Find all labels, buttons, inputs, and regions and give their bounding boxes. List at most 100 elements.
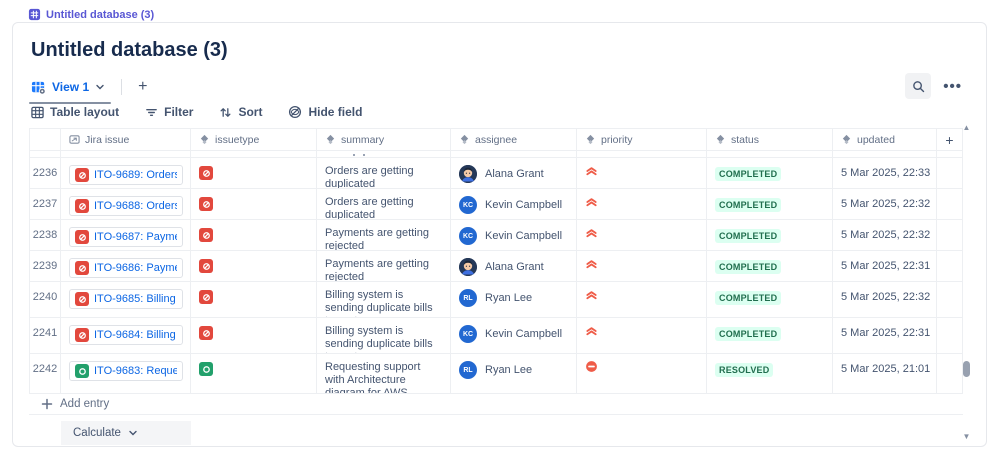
status-cell[interactable]: COMPLETED (707, 189, 833, 220)
status-cell[interactable]: COMPLETED (707, 220, 833, 251)
add-view-button[interactable]: + (132, 78, 153, 96)
jira-issue-link[interactable]: ITO-9689: Orders are gett... (69, 165, 183, 185)
assignee-name: Kevin Campbell (485, 230, 563, 242)
status-cell[interactable]: COMPLETED (707, 318, 833, 354)
header-jira-issue[interactable]: Jira issue (61, 128, 191, 151)
summary-cell[interactable]: Orders are getting duplicated (317, 158, 451, 189)
incident-issuetype-icon (75, 230, 89, 244)
sort-icon (219, 106, 232, 119)
status-badge: COMPLETED (715, 167, 782, 181)
status-badge: COMPLETED (715, 291, 782, 305)
incident-issuetype-icon (75, 292, 89, 306)
assignee-cell[interactable]: KC Kevin Campbell (451, 220, 577, 251)
sort-label: Sort (238, 105, 263, 119)
updated-cell[interactable]: 5 Mar 2025, 22:32 (833, 282, 937, 318)
avatar: RL (459, 361, 477, 379)
jira-issue-cell: ITO-9684: Billing system i... (61, 318, 191, 354)
summary-cell[interactable]: Billing system is sending duplicate bill… (317, 318, 451, 354)
priority-cell[interactable] (577, 189, 707, 220)
incident-issuetype-icon (199, 259, 213, 273)
avatar: RL (459, 289, 477, 307)
issuetype-cell[interactable] (191, 354, 317, 394)
status-cell[interactable]: COMPLETED (707, 282, 833, 318)
updated-cell[interactable]: 5 Mar 2025, 21:01 (833, 354, 937, 394)
scroll-up-arrow[interactable]: ▲ (962, 123, 971, 132)
search-button[interactable] (905, 73, 932, 99)
assignee-cell[interactable]: Alana Grant (451, 158, 577, 189)
issuetype-cell[interactable] (191, 158, 317, 189)
jira-issue-link[interactable]: ITO-9683: Requesting su... (69, 361, 183, 381)
hide-field-button[interactable]: Hide field (288, 105, 362, 119)
table-layout-button[interactable]: Table layout (31, 105, 119, 119)
jira-issue-link[interactable]: ITO-9687: Payments are ... (69, 227, 183, 247)
jira-field-icon (459, 134, 470, 145)
assignee-cell[interactable]: RL Ryan Lee (451, 282, 577, 318)
header-summary[interactable]: summary (317, 128, 451, 151)
issuetype-cell[interactable] (191, 282, 317, 318)
tab-view-1[interactable]: View 1 (29, 75, 112, 104)
summary-cell[interactable]: Billing system is sending duplicate bill… (317, 282, 451, 318)
jira-issue-cell: ITO-9689: Orders are gett... (61, 158, 191, 189)
calculate-button[interactable]: Calculate (61, 421, 191, 445)
table-row: 2236 ITO-9689: Orders are gett... Orders… (29, 158, 963, 189)
status-cell[interactable]: COMPLETED (707, 158, 833, 189)
status-badge: COMPLETED (715, 229, 782, 243)
jira-issue-link[interactable]: ITO-9685: Billing system i... (69, 289, 183, 309)
priority-cell[interactable] (577, 282, 707, 318)
priority-cell[interactable] (577, 251, 707, 282)
priority-cell[interactable] (577, 318, 707, 354)
more-menu-button[interactable]: ••• (941, 76, 964, 97)
add-column-button[interactable]: + (937, 128, 963, 151)
filter-icon (145, 106, 158, 119)
header-issuetype[interactable]: issuetype (191, 128, 317, 151)
issuetype-cell[interactable] (191, 318, 317, 354)
priority-cell[interactable] (577, 158, 707, 189)
breadcrumb[interactable]: Untitled database (3) (28, 8, 154, 21)
issuetype-cell[interactable] (191, 189, 317, 220)
updated-cell[interactable]: 5 Mar 2025, 22:31 (833, 318, 937, 354)
scrollbar-thumb[interactable] (963, 361, 970, 377)
sort-button[interactable]: Sort (219, 105, 262, 119)
add-entry-button[interactable]: Add entry (29, 394, 963, 415)
header-priority[interactable]: priority (577, 128, 707, 151)
assignee-cell[interactable]: KC Kevin Campbell (451, 318, 577, 354)
updated-cell[interactable]: 5 Mar 2025, 22:32 (833, 189, 937, 220)
summary-cell[interactable]: Payments are getting rejected (317, 251, 451, 282)
empty-cell (937, 251, 963, 282)
incident-issuetype-icon (75, 168, 89, 182)
assignee-name: Kevin Campbell (485, 199, 563, 211)
jira-issue-cell: ITO-9683: Requesting su... (61, 354, 191, 394)
table-scrollbar[interactable]: ▲ ▼ (961, 123, 972, 441)
summary-cell[interactable]: Orders are getting duplicated (317, 189, 451, 220)
status-badge: COMPLETED (715, 198, 782, 212)
updated-cell[interactable]: 5 Mar 2025, 22:33 (833, 158, 937, 189)
jira-issue-link[interactable]: ITO-9684: Billing system i... (69, 325, 183, 345)
priority-blocker-icon (585, 360, 698, 373)
assignee-cell[interactable]: RL Ryan Lee (451, 354, 577, 394)
updated-cell[interactable]: 5 Mar 2025, 22:31 (833, 251, 937, 282)
status-cell[interactable]: RESOLVED (707, 354, 833, 394)
priority-cell[interactable] (577, 354, 707, 394)
priority-highest-icon (585, 257, 698, 270)
issuetype-cell[interactable] (191, 251, 317, 282)
assignee-cell[interactable]: KC Kevin Campbell (451, 189, 577, 220)
breadcrumb-label: Untitled database (3) (46, 8, 155, 21)
issuetype-cell[interactable] (191, 220, 317, 251)
scroll-down-arrow[interactable]: ▼ (962, 432, 971, 441)
page-title: Untitled database (3) (31, 39, 228, 61)
status-cell[interactable]: COMPLETED (707, 251, 833, 282)
incident-issuetype-icon (199, 166, 213, 180)
jira-issue-link[interactable]: ITO-9688: Orders are gett... (69, 196, 183, 216)
assignee-cell[interactable]: Alana Grant (451, 251, 577, 282)
updated-cell[interactable]: 5 Mar 2025, 22:32 (833, 220, 937, 251)
header-assignee[interactable]: assignee (451, 128, 577, 151)
chevron-down-icon[interactable] (95, 82, 105, 92)
empty-cell (937, 318, 963, 354)
summary-cell[interactable]: Requesting support with Architecture dia… (317, 354, 451, 394)
jira-issue-link[interactable]: ITO-9686: Payments are ... (69, 258, 183, 278)
header-updated[interactable]: updated (833, 128, 937, 151)
header-status[interactable]: status (707, 128, 833, 151)
filter-button[interactable]: Filter (145, 105, 193, 119)
priority-cell[interactable] (577, 220, 707, 251)
summary-cell[interactable]: Payments are getting rejected (317, 220, 451, 251)
